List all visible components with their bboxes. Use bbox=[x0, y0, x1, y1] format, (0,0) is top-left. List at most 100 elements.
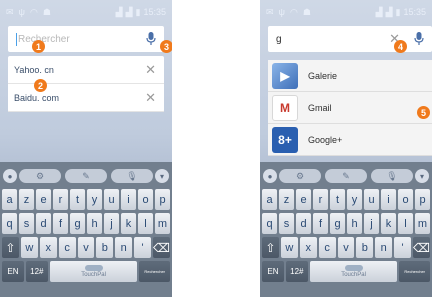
key[interactable]: k bbox=[121, 213, 136, 234]
key[interactable]: h bbox=[87, 213, 102, 234]
callout-4: 4 bbox=[394, 40, 407, 53]
language-key[interactable]: EN bbox=[262, 261, 284, 282]
key[interactable]: ' bbox=[134, 237, 151, 258]
key[interactable]: l bbox=[398, 213, 413, 234]
key[interactable]: v bbox=[77, 237, 95, 258]
app-result-gallery[interactable]: ▶ Galerie bbox=[268, 60, 432, 92]
key[interactable]: t bbox=[70, 189, 85, 210]
key[interactable]: g bbox=[70, 213, 85, 234]
android-icon: ☗ bbox=[42, 6, 52, 17]
voice-icon[interactable]: 🎙 bbox=[371, 169, 413, 183]
key[interactable]: t bbox=[330, 189, 345, 210]
key[interactable]: e bbox=[36, 189, 51, 210]
key[interactable]: c bbox=[318, 237, 336, 258]
phone-screen-right: ✉ ψ ◠ ☗ ▟ ▟ ▮ 15:35 g ✕ ▶ Galerie M Gmai… bbox=[260, 0, 432, 297]
key[interactable]: a bbox=[2, 189, 17, 210]
key[interactable]: z bbox=[19, 189, 34, 210]
key[interactable]: m bbox=[415, 213, 430, 234]
key[interactable]: c bbox=[58, 237, 76, 258]
remove-icon[interactable]: ✕ bbox=[145, 63, 156, 76]
microphone-icon[interactable] bbox=[146, 32, 156, 46]
key[interactable]: x bbox=[39, 237, 57, 258]
key[interactable]: p bbox=[155, 189, 170, 210]
key[interactable]: y bbox=[87, 189, 102, 210]
android-icon: ☗ bbox=[302, 6, 312, 17]
key[interactable]: r bbox=[53, 189, 68, 210]
key[interactable]: p bbox=[415, 189, 430, 210]
key[interactable]: ' bbox=[394, 237, 411, 258]
collapse-keyboard-icon[interactable]: ▾ bbox=[155, 169, 169, 183]
key[interactable]: q bbox=[2, 213, 17, 234]
app-result-google-plus[interactable]: 8+ Google+ bbox=[268, 124, 432, 156]
microphone-icon[interactable] bbox=[414, 32, 424, 46]
backspace-key-icon[interactable]: ⌫ bbox=[153, 237, 170, 258]
key[interactable]: j bbox=[104, 213, 119, 234]
suggestion-label: Baidu. com bbox=[14, 92, 60, 103]
key-row-4: EN 12# TouchPal Rechercher bbox=[0, 261, 172, 282]
key-row-1: a z e r t y u i o p bbox=[260, 189, 432, 210]
key[interactable]: w bbox=[280, 237, 298, 258]
shift-key-icon[interactable]: ⇧ bbox=[262, 237, 279, 258]
key[interactable]: y bbox=[347, 189, 362, 210]
space-key[interactable]: TouchPal bbox=[49, 261, 138, 282]
callout-2: 2 bbox=[34, 79, 47, 92]
collapse-keyboard-icon[interactable]: ▾ bbox=[415, 169, 429, 183]
settings-icon[interactable]: ⚙ bbox=[19, 169, 61, 183]
shift-key-icon[interactable]: ⇧ bbox=[2, 237, 19, 258]
suggestion-item[interactable]: Baidu. com ✕ bbox=[8, 84, 164, 112]
symbols-key[interactable]: 12# bbox=[285, 261, 308, 282]
key[interactable]: o bbox=[138, 189, 153, 210]
key[interactable]: o bbox=[398, 189, 413, 210]
clock: 15:35 bbox=[403, 7, 426, 17]
key[interactable]: i bbox=[121, 189, 136, 210]
language-key[interactable]: EN bbox=[2, 261, 24, 282]
edit-icon[interactable]: ✎ bbox=[65, 169, 107, 183]
key[interactable]: h bbox=[347, 213, 362, 234]
app-result-gmail[interactable]: M Gmail bbox=[268, 92, 432, 124]
settings-icon[interactable]: ⚙ bbox=[279, 169, 321, 183]
key[interactable]: s bbox=[279, 213, 294, 234]
key[interactable]: b bbox=[356, 237, 374, 258]
suggestion-item[interactable]: Yahoo. cn ✕ bbox=[8, 56, 164, 84]
search-input[interactable]: g ✕ bbox=[268, 26, 432, 52]
key[interactable]: r bbox=[313, 189, 328, 210]
key[interactable]: u bbox=[364, 189, 379, 210]
key[interactable]: a bbox=[262, 189, 277, 210]
key[interactable]: g bbox=[330, 213, 345, 234]
key[interactable]: v bbox=[337, 237, 355, 258]
key[interactable]: d bbox=[36, 213, 51, 234]
key[interactable]: q bbox=[262, 213, 277, 234]
key[interactable]: m bbox=[155, 213, 170, 234]
key[interactable]: d bbox=[296, 213, 311, 234]
key[interactable]: k bbox=[381, 213, 396, 234]
key[interactable]: f bbox=[313, 213, 328, 234]
search-key[interactable]: Rechercher bbox=[139, 261, 170, 282]
remove-icon[interactable]: ✕ bbox=[145, 91, 156, 104]
key[interactable]: b bbox=[96, 237, 114, 258]
symbols-key[interactable]: 12# bbox=[25, 261, 48, 282]
key[interactable]: n bbox=[115, 237, 133, 258]
key[interactable]: j bbox=[364, 213, 379, 234]
key[interactable]: i bbox=[381, 189, 396, 210]
key[interactable]: u bbox=[104, 189, 119, 210]
usb-icon: ψ bbox=[278, 6, 286, 17]
key[interactable]: w bbox=[20, 237, 38, 258]
space-key[interactable]: TouchPal bbox=[309, 261, 398, 282]
status-bar: ✉ ψ ◠ ☗ ▟ ▟ ▮ 15:35 bbox=[0, 0, 172, 24]
backspace-key-icon[interactable]: ⌫ bbox=[413, 237, 430, 258]
search-key[interactable]: Rechercher bbox=[399, 261, 430, 282]
signal-icon-2: ▟ bbox=[385, 6, 393, 17]
key-row-3: ⇧ w x c v b n ' ⌫ bbox=[0, 237, 172, 258]
edit-icon[interactable]: ✎ bbox=[325, 169, 367, 183]
touchpal-logo-icon[interactable]: ● bbox=[3, 169, 17, 183]
key[interactable]: n bbox=[375, 237, 393, 258]
voice-icon[interactable]: 🎙 bbox=[111, 169, 153, 183]
key[interactable]: l bbox=[138, 213, 153, 234]
touchpal-logo-icon[interactable]: ● bbox=[263, 169, 277, 183]
key[interactable]: e bbox=[296, 189, 311, 210]
key[interactable]: s bbox=[19, 213, 34, 234]
key[interactable]: z bbox=[279, 189, 294, 210]
keyboard-toolbar: ● ⚙ ✎ 🎙 ▾ bbox=[0, 166, 172, 186]
key[interactable]: x bbox=[299, 237, 317, 258]
key[interactable]: f bbox=[53, 213, 68, 234]
